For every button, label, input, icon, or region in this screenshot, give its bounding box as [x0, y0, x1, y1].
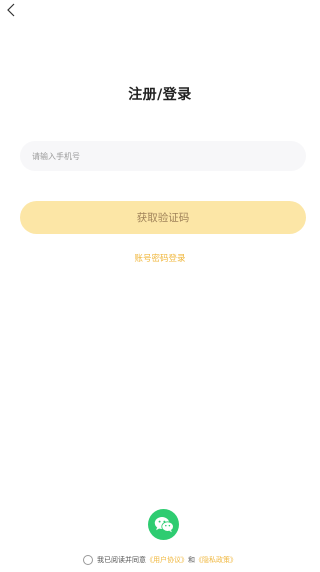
wechat-login-button[interactable] [148, 509, 179, 540]
login-page: 注册/登录 获取验证码 账号密码登录 我已阅读并同意 《用户协议》 和 《隐私政… [0, 0, 320, 572]
user-agreement-link[interactable]: 《用户协议》 [146, 555, 188, 565]
agreement-prefix: 我已阅读并同意 [97, 556, 146, 564]
wechat-icon [154, 517, 174, 533]
phone-input[interactable] [20, 141, 306, 171]
get-code-button[interactable]: 获取验证码 [20, 201, 306, 234]
chevron-left-icon [7, 3, 15, 17]
page-title: 注册/登录 [128, 87, 192, 103]
agreement-checkbox[interactable] [83, 555, 93, 565]
password-login-link[interactable]: 账号密码登录 [0, 252, 320, 264]
back-button[interactable] [2, 1, 20, 19]
agreement-row: 我已阅读并同意 《用户协议》 和 《隐私政策》 [0, 555, 320, 565]
privacy-policy-link[interactable]: 《隐私政策》 [195, 555, 237, 565]
agreement-and: 和 [188, 556, 195, 564]
